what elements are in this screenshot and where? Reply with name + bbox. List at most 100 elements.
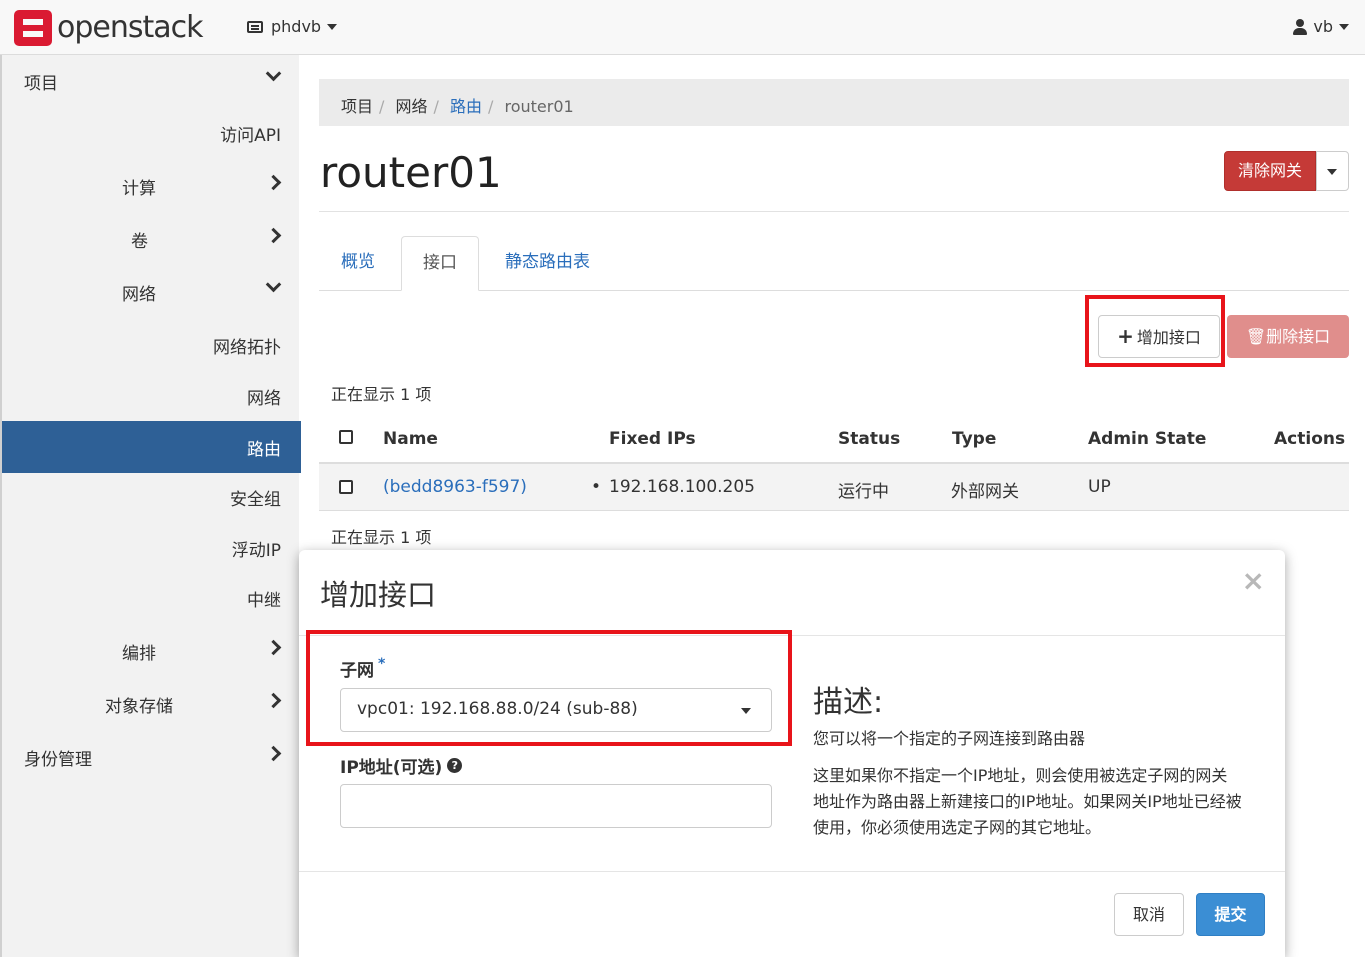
items-count-footer: 正在显示 1 项 <box>331 528 432 547</box>
admin-state-value: UP <box>1088 477 1111 497</box>
fixed-ip-value: 192.168.100.205 <box>609 477 756 497</box>
column-header-name[interactable]: Name <box>383 429 438 449</box>
sidebar-item-identity[interactable]: 身份管理 <box>2 731 301 781</box>
description-title: 描述: <box>813 685 884 720</box>
modal-title: 增加接口 <box>320 578 437 612</box>
sidebar-item-label: 项目 <box>24 74 58 94</box>
breadcrumb-separator: / <box>488 97 494 116</box>
sidebar: 项目 访问API 计算 卷 网络 网络拓扑 网络 路由 安全组 浮动IP 中继 … <box>0 55 301 957</box>
table-row: (bedd8963-f597) • 192.168.100.205 运行中 外部… <box>319 464 1349 511</box>
sidebar-item-routers[interactable]: 路由 <box>2 421 301 473</box>
breadcrumb-separator: / <box>379 97 385 116</box>
delete-interface-label: 删除接口 <box>1266 327 1331 346</box>
delete-interface-button[interactable]: 🗑删除接口 <box>1227 315 1349 358</box>
sidebar-item-label: 访问API <box>220 126 281 146</box>
column-header-status[interactable]: Status <box>838 429 900 449</box>
router-actions-dropdown-toggle[interactable] <box>1316 151 1349 191</box>
top-navbar: openstack phdvb vb <box>0 0 1365 55</box>
sidebar-item-compute[interactable]: 计算 <box>2 160 301 210</box>
items-count: 正在显示 1 项 <box>331 385 432 404</box>
sidebar-item-label: 网络拓扑 <box>213 338 281 358</box>
bullet: • <box>591 477 602 497</box>
openstack-logo-icon <box>14 10 52 46</box>
openstack-logo[interactable]: openstack <box>14 10 204 46</box>
chevron-right-icon <box>265 692 282 709</box>
title-divider <box>319 211 1349 212</box>
table-header: Name Fixed IPs Status Type Admin State A… <box>319 415 1349 464</box>
modal-footer-divider <box>299 871 1285 872</box>
user-name: vb <box>1313 17 1333 36</box>
chevron-right-icon <box>265 639 282 656</box>
sidebar-item-api-access[interactable]: 访问API <box>2 107 301 157</box>
column-header-admin-state[interactable]: Admin State <box>1088 429 1206 449</box>
chevron-down-icon <box>265 65 282 82</box>
project-list-icon <box>247 20 263 33</box>
ip-address-input[interactable] <box>340 784 772 828</box>
sidebar-item-project[interactable]: 项目 <box>2 55 301 105</box>
sidebar-item-label: 编排 <box>122 644 156 664</box>
sidebar-item-label: 安全组 <box>230 490 281 510</box>
sidebar-item-networks[interactable]: 网络 <box>2 370 301 420</box>
sidebar-item-label: 浮动IP <box>231 541 281 561</box>
sidebar-item-orchestration[interactable]: 编排 <box>2 625 301 675</box>
caret-down-icon <box>1327 169 1337 175</box>
sidebar-item-label: 路由 <box>247 440 281 460</box>
tab-interfaces[interactable]: 接口 <box>401 236 479 291</box>
cancel-button[interactable]: 取消 <box>1114 893 1184 936</box>
description-text-1: 您可以将一个指定的子网连接到路由器 <box>813 729 1086 748</box>
sidebar-item-label: 网络 <box>247 389 281 409</box>
breadcrumb-routers-link[interactable]: 路由 <box>450 97 482 116</box>
type-value: 外部网关 <box>951 482 1019 502</box>
breadcrumb-current: router01 <box>504 97 574 116</box>
description-text-2: 这里如果你不指定一个IP地址，则会使用被选定子网的网关地址作为路由器上新建接口的… <box>813 766 1242 837</box>
user-icon <box>1293 18 1308 35</box>
sidebar-item-network-group[interactable]: 网络 <box>2 266 301 316</box>
submit-button[interactable]: 提交 <box>1196 893 1265 936</box>
chevron-right-icon <box>265 745 282 762</box>
ip-address-label: IP地址(可选)? <box>340 753 463 778</box>
trash-icon: 🗑 <box>1245 327 1267 346</box>
ip-address-label-text: IP地址(可选) <box>340 758 443 778</box>
row-checkbox[interactable] <box>339 480 353 494</box>
close-icon[interactable]: × <box>1242 564 1265 597</box>
sidebar-item-security-groups[interactable]: 安全组 <box>2 471 301 521</box>
chevron-down-icon <box>265 276 282 293</box>
interface-name-link[interactable]: (bedd8963-f597) <box>383 477 527 497</box>
select-all-checkbox[interactable] <box>339 430 353 444</box>
sidebar-item-network-topology[interactable]: 网络拓扑 <box>2 319 301 369</box>
breadcrumb: 项目 / 网络 / 路由 / router01 <box>319 79 1349 126</box>
column-header-fixed-ips[interactable]: Fixed IPs <box>609 429 696 449</box>
highlight-box <box>1085 295 1225 367</box>
tab-static-routes[interactable]: 静态路由表 <box>505 236 590 291</box>
sidebar-item-trunks[interactable]: 中继 <box>2 572 301 622</box>
sidebar-item-label: 对象存储 <box>105 697 173 717</box>
clear-gateway-button[interactable]: 清除网关 <box>1224 151 1316 191</box>
sidebar-item-label: 身份管理 <box>24 750 92 770</box>
sidebar-item-label: 计算 <box>122 179 156 199</box>
sidebar-item-label: 中继 <box>247 591 281 611</box>
page-title: router01 <box>320 148 502 197</box>
breadcrumb-project[interactable]: 项目 <box>341 97 373 116</box>
status-value: 运行中 <box>838 482 889 502</box>
project-name: phdvb <box>271 17 322 36</box>
caret-down-icon <box>1339 23 1349 30</box>
chevron-right-icon <box>265 227 282 244</box>
chevron-right-icon <box>265 174 282 191</box>
sidebar-item-label: 网络 <box>122 285 156 305</box>
sidebar-item-object-store[interactable]: 对象存储 <box>2 678 301 728</box>
highlight-box <box>306 630 792 746</box>
column-header-type[interactable]: Type <box>952 429 996 449</box>
question-circle-icon[interactable]: ? <box>447 758 463 773</box>
add-interface-modal: 增加接口 × 子网 * vpc01: 192.168.88.0/24 (sub-8… <box>299 550 1285 957</box>
caret-down-icon <box>327 23 338 30</box>
tab-overview[interactable]: 概览 <box>341 236 375 291</box>
sidebar-item-label: 卷 <box>131 232 148 252</box>
project-switcher[interactable]: phdvb <box>247 17 338 36</box>
sidebar-item-volumes[interactable]: 卷 <box>2 213 301 263</box>
user-menu[interactable]: vb <box>1293 17 1349 36</box>
column-header-actions: Actions <box>1274 429 1346 449</box>
breadcrumb-separator: / <box>433 97 439 116</box>
sidebar-item-floating-ips[interactable]: 浮动IP <box>2 522 301 572</box>
breadcrumb-network[interactable]: 网络 <box>396 97 428 116</box>
brand-name: openstack <box>57 10 204 45</box>
